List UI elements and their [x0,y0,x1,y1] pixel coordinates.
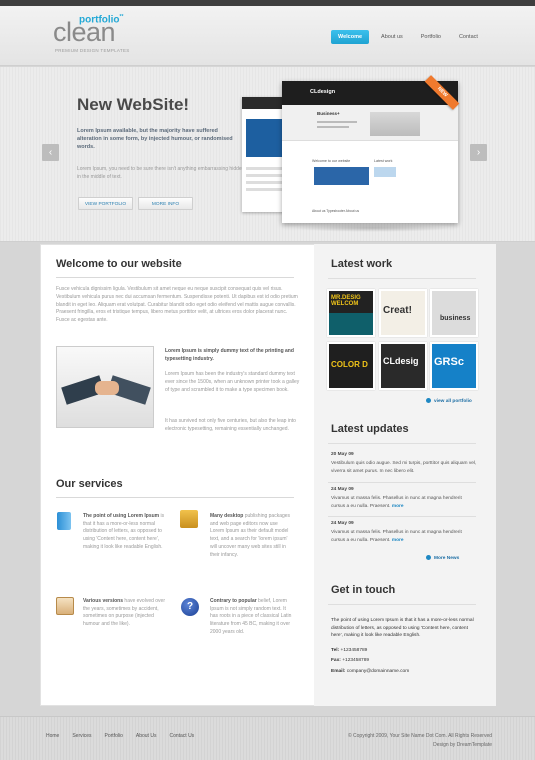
screenshot-heading: Business+ [317,111,340,116]
divider [56,497,294,498]
hero-text: Lorem Ipsum, you need to be sure there i… [77,166,245,180]
divider [56,277,294,278]
update-date: 20 May 09 [331,452,354,457]
welcome-side-p1: Lorem Ipsum has been the industry's stan… [165,371,300,393]
latest-work-title: Latest work [331,258,393,270]
contact-tel: Tel: +123458789 [331,648,368,653]
get-in-touch-title: Get in touch [331,584,396,596]
screenshot-sub2: Latest work [374,159,393,163]
footer-link-portfolio[interactable]: Portfolio [105,733,123,739]
help-icon: ? [181,598,199,616]
footer-link-about-us[interactable]: About Us [136,733,157,739]
hero-screenshot[interactable]: CLdesign Business+ Welcome to our websit… [282,81,458,223]
main-nav: Welcome About us Portfolio Contact [331,30,490,44]
next-arrow-button[interactable]: › [470,144,487,161]
contact-text: The point of using Lorem Ipsum is that i… [331,618,474,638]
clipboard-icon [56,597,74,615]
portfolio-thumb[interactable]: MR.DESIG WELCOM [327,289,375,337]
portfolio-thumb[interactable]: COLOR D [327,342,375,390]
welcome-title: Welcome to our website [56,258,182,270]
divider [328,443,476,444]
nav-welcome[interactable]: Welcome [331,30,370,44]
toolbox-icon [180,510,198,528]
copyright: © Copyright 2009, Your Site Name Dot Com… [347,733,492,739]
more-link[interactable]: more [392,504,404,509]
footer-nav: Home Services Portfolio About Us Contact… [46,733,207,739]
hero-lead: Lorem Ipsum available, but the majority … [77,128,233,150]
latest-updates-title: Latest updates [331,423,409,435]
update-text: Vivamus ut massa felis. Phasellus in nun… [331,530,462,543]
screenshot-title: CLdesign [310,89,336,95]
divider [328,278,476,279]
screenshot-sub: Welcome to our website [312,159,351,163]
footer-link-home[interactable]: Home [46,733,59,739]
portfolio-thumb[interactable]: CLdesig [379,342,427,390]
screenshot-footer: About us Typeshooter About us [312,209,360,213]
nav-portfolio[interactable]: Portfolio [415,30,447,44]
screenshot-shadow [292,224,452,232]
welcome-side-p2: It has survived not only five centuries,… [165,418,296,432]
service-item: Contrary to popular belief, Lorem Ipsum … [210,598,292,635]
welcome-text: Fusce vehicula dignissim ligula. Vestibu… [56,286,298,324]
divider [328,516,476,517]
service-item: The point of using Lorem Ipsum is that i… [83,513,165,550]
portfolio-thumb[interactable]: Creat! [379,289,427,337]
footer-link-contact-us[interactable]: Contact Us [169,733,194,739]
service-item: Various versions have evolved over the y… [83,598,166,628]
service-item: Many desktop publishing packages and web… [210,513,291,558]
more-info-button[interactable]: MORE INFO [138,197,193,210]
portfolio-thumb[interactable]: business [430,289,478,337]
services-title: Our services [56,478,123,490]
update-text: Vivamus ut massa felis. Phasellus in nun… [331,496,462,509]
divider [328,482,476,483]
prev-arrow-button[interactable]: ‹ [42,144,59,161]
arrow-circle-icon [426,398,431,403]
arrow-circle-icon [426,555,431,560]
nav-contact[interactable]: Contact [453,30,484,44]
contact-email[interactable]: Email: company@domainname.com [331,668,409,676]
update-date: 24 May 09 [331,487,354,492]
handshake-image [56,346,154,428]
update-date: 24 May 09 [331,521,354,526]
divider [328,604,476,605]
nav-about-us[interactable]: About us [375,30,409,44]
book-icon [57,512,71,530]
footer-link-services[interactable]: Services [72,733,91,739]
logo[interactable]: clean [53,17,116,47]
view-all-portfolio-link[interactable]: view all portfolio [426,398,472,404]
logo-tagline: PREMIUM DESIGN TEMPLATES [55,48,130,53]
more-link[interactable]: more [392,538,404,543]
welcome-side-lead: Lorem Ipsum is simply dummy text of the … [165,348,294,362]
design-credit: Design by DreamTemplate [433,742,492,748]
hero-title: New WebSite! [77,95,190,114]
contact-fax: Fax: +123458789 [331,658,370,663]
more-news-link[interactable]: More News [426,555,459,561]
update-text: Vestibulum quis odio augue. Sed mi turpi… [331,461,477,474]
view-portfolio-button[interactable]: VIEW PORTFOLIO [78,197,133,210]
portfolio-thumb[interactable]: GRSc [430,342,478,390]
